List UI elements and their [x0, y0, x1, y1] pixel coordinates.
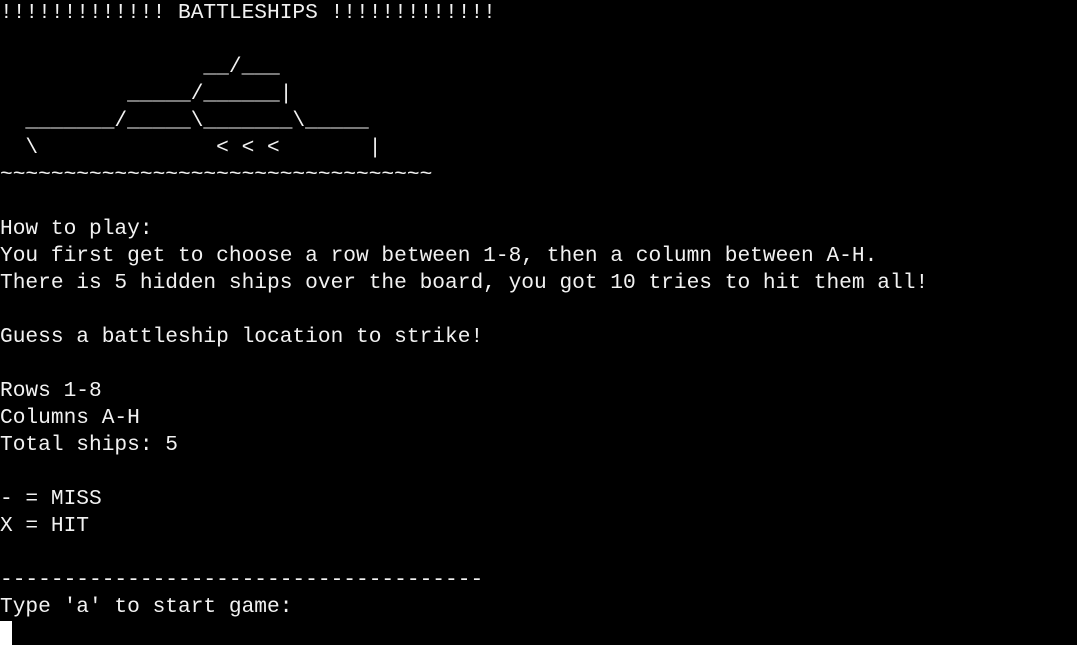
how-to-play-heading: How to play:	[0, 217, 153, 241]
total-ships-info: Total ships: 5	[0, 433, 179, 457]
legend-miss: - = MISS	[0, 487, 102, 511]
instructions-line: There is 5 hidden ships over the board, …	[0, 271, 929, 295]
rows-info: Rows 1-8	[0, 379, 102, 403]
ship-art-line: \ < < < |	[0, 136, 382, 160]
terminal-window[interactable]: !!!!!!!!!!!!! BATTLESHIPS !!!!!!!!!!!!! …	[0, 0, 1077, 645]
command-input[interactable]	[0, 621, 1077, 645]
game-title: !!!!!!!!!!!!! BATTLESHIPS !!!!!!!!!!!!!	[0, 1, 496, 25]
text-cursor	[0, 621, 12, 645]
ship-art-waves: ~~~~~~~~~~~~~~~~~~~~~~~~~~~~~~~~~~	[0, 163, 433, 187]
ship-art-line: _____/______|	[0, 82, 293, 106]
separator-line: --------------------------------------	[0, 568, 484, 592]
ship-art-line: _______/_____\_______\_____	[0, 109, 369, 133]
ship-art-line: __/___	[0, 55, 280, 79]
instructions-line: You first get to choose a row between 1-…	[0, 244, 878, 268]
ship-ascii-art: __/___ _____/______| _______/_____\_____…	[0, 54, 1077, 189]
legend-hit: X = HIT	[0, 514, 90, 538]
columns-info: Columns A-H	[0, 406, 140, 430]
start-game-prompt: Type 'a' to start game:	[0, 595, 293, 619]
guess-prompt: Guess a battleship location to strike!	[0, 325, 484, 349]
